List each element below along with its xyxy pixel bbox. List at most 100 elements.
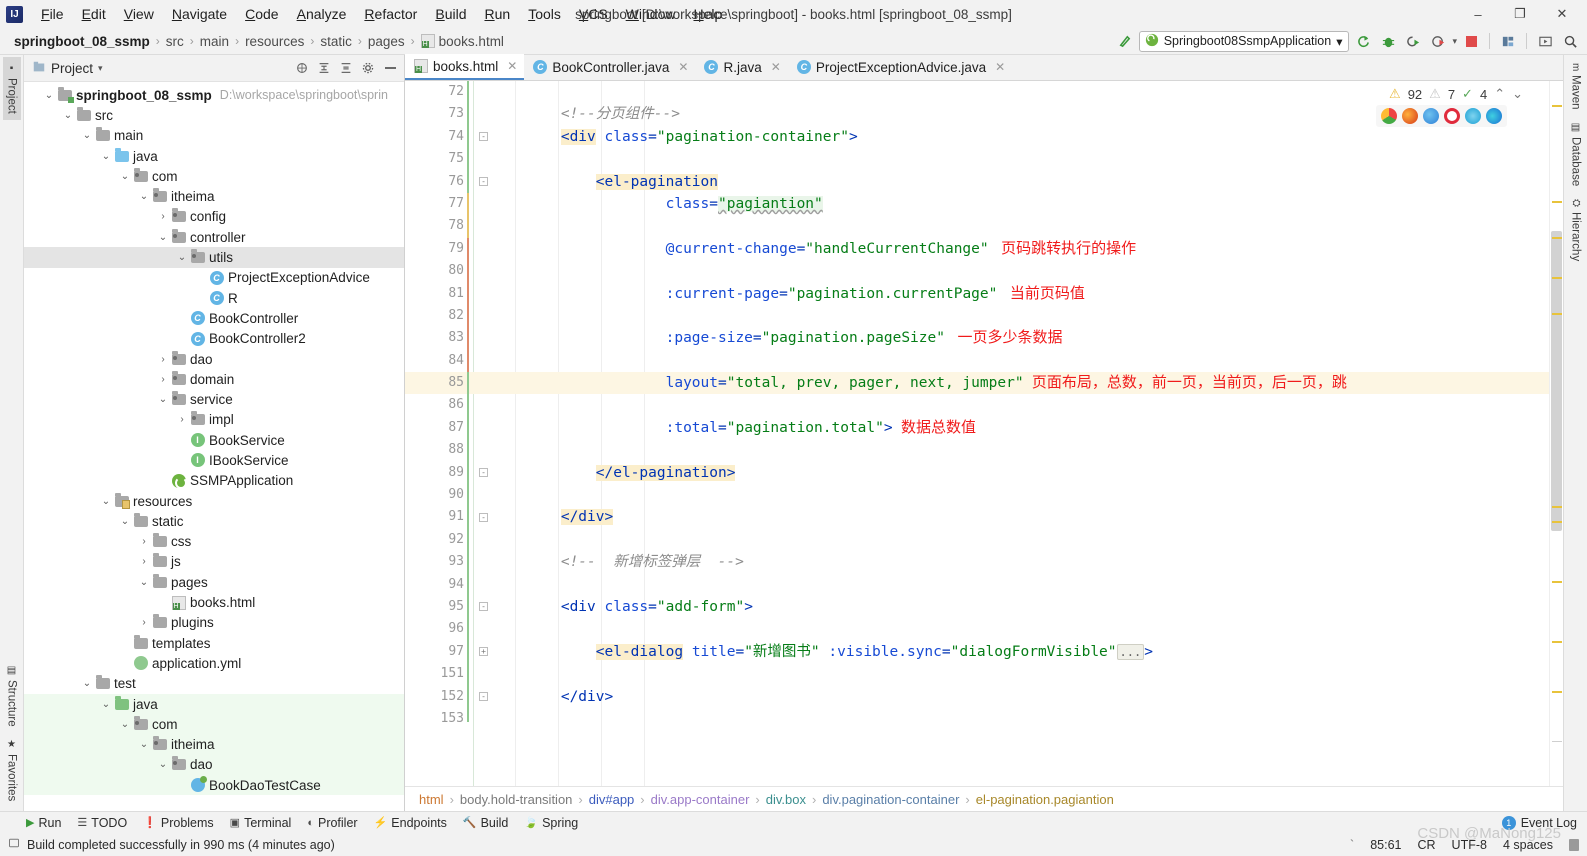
tree-expand-arrow[interactable]: ⌄ <box>99 699 113 710</box>
tree-node-service[interactable]: ⌄ service <box>24 389 404 409</box>
code-line[interactable]: <el-dialog title="新增图书" :visible.sync="d… <box>473 641 1549 663</box>
breadcrumb-item-static[interactable]: static <box>320 34 352 49</box>
tree-node-itheima[interactable]: ⌄ itheima <box>24 734 404 755</box>
tree-expand-arrow[interactable]: ⌄ <box>156 232 170 243</box>
line-number[interactable]: 87 <box>405 417 473 439</box>
folded-region[interactable]: ... <box>1116 643 1145 660</box>
tree-node-java[interactable]: ⌄ java <box>24 693 404 715</box>
line-number[interactable]: 153 <box>405 708 473 730</box>
rerun-icon[interactable] <box>1352 31 1374 52</box>
code-line[interactable] <box>473 708 1549 730</box>
code-line[interactable]: <div class="add-form"> <box>473 596 1549 618</box>
rail-button-maven[interactable]: m Maven <box>1567 57 1585 116</box>
run-configuration-selector[interactable]: Springboot08SsmpApplication ▾ <box>1138 30 1350 52</box>
line-number[interactable]: 72 <box>405 81 473 103</box>
editor-tab-books-html[interactable]: books.html ✕ <box>405 54 525 80</box>
warning-marker[interactable] <box>1552 277 1562 279</box>
stop-icon[interactable] <box>1460 31 1482 52</box>
line-number[interactable]: 88 <box>405 439 473 461</box>
tree-expand-arrow[interactable]: › <box>137 556 151 567</box>
element-breadcrumb-item[interactable]: el-pagination.pagiantion <box>976 792 1114 807</box>
line-number[interactable]: 152 <box>405 686 473 708</box>
warning-marker[interactable] <box>1552 691 1562 693</box>
editor-tab-bookcontroller-java[interactable]: C BookController.java ✕ <box>524 54 695 80</box>
rail-button-hierarchy[interactable]: ⛭ Hierarchy <box>1567 192 1585 267</box>
tree-expand-arrow[interactable]: ⌄ <box>175 252 189 263</box>
tree-expand-arrow[interactable]: ⌄ <box>156 759 170 770</box>
code-line[interactable] <box>473 260 1549 282</box>
run-with-coverage-icon[interactable] <box>1402 31 1424 52</box>
line-number[interactable]: 78 <box>405 215 473 237</box>
project-tree[interactable]: ⌄ springboot_08_ssmp D:\workspace\springbo… <box>24 82 404 811</box>
menu-item-window[interactable]: Window <box>617 4 685 24</box>
minimize-button[interactable]: – <box>1457 0 1499 28</box>
line-number[interactable]: 74 <box>405 126 473 148</box>
chevron-down-icon[interactable]: ▾ <box>1336 34 1342 49</box>
code-line[interactable] <box>473 529 1549 551</box>
tree-expand-arrow[interactable]: ⌄ <box>118 516 132 527</box>
code-line[interactable] <box>473 305 1549 327</box>
tree-node-ssmpapplication[interactable]: SSMPApplication <box>24 471 404 491</box>
info-marker[interactable] <box>1552 741 1562 742</box>
code-line[interactable]: </div> <box>473 686 1549 708</box>
tree-node-itheima[interactable]: ⌄ itheima <box>24 186 404 206</box>
tree-node-config[interactable]: › config <box>24 207 404 227</box>
line-number[interactable]: 86 <box>405 394 473 416</box>
code-line[interactable]: layout="total, prev, pager, next, jumper… <box>473 372 1549 395</box>
code-line[interactable]: </el-pagination> <box>473 462 1549 484</box>
file-encoding[interactable]: UTF-8 <box>1452 838 1487 852</box>
line-number[interactable]: 83 <box>405 327 473 349</box>
code-line[interactable]: :page-size="pagination.pageSize" 一页多少条数据 <box>473 327 1549 349</box>
lock-icon[interactable] <box>1569 838 1579 851</box>
tree-node-dao[interactable]: ⌄ dao <box>24 754 404 776</box>
line-number[interactable]: 79 <box>405 238 473 260</box>
code-line[interactable] <box>473 148 1549 170</box>
tree-expand-arrow[interactable]: ⌄ <box>137 577 151 588</box>
settings-gear-icon[interactable] <box>358 58 378 78</box>
tree-node-application-yml[interactable]: application.yml <box>24 653 404 673</box>
editor-tab-projectexceptionadvice-java[interactable]: C ProjectExceptionAdvice.java ✕ <box>788 54 1012 80</box>
tool-window-button-todo[interactable]: ☰ TODO <box>77 816 127 830</box>
editor-marker-bar[interactable] <box>1549 81 1563 786</box>
tree-node-js[interactable]: › js <box>24 552 404 572</box>
element-breadcrumb-item[interactable]: div#app <box>589 792 635 807</box>
event-log-button[interactable]: 1 Event Log <box>1501 815 1577 830</box>
tree-expand-arrow[interactable]: ⌄ <box>80 130 94 141</box>
tree-expand-arrow[interactable]: ⌄ <box>99 496 113 507</box>
line-number[interactable]: 76 <box>405 171 473 193</box>
warning-marker[interactable] <box>1552 105 1562 107</box>
tree-node-springboot-08-ssmp[interactable]: ⌄ springboot_08_ssmp D:\workspace\springbo… <box>24 85 404 105</box>
menu-item-file[interactable]: File <box>32 4 73 24</box>
code-line[interactable] <box>473 484 1549 506</box>
code-line[interactable]: @current-change="handleCurrentChange" 页码… <box>473 238 1549 260</box>
tool-window-button-profiler[interactable]: ◐ Profiler <box>307 816 357 830</box>
tree-node-bookservice[interactable]: I BookService <box>24 430 404 450</box>
close-tab-icon[interactable]: ✕ <box>771 60 781 74</box>
tree-node-test[interactable]: ⌄ test <box>24 674 404 694</box>
build-icon[interactable] <box>1114 31 1136 52</box>
profile-dropdown-caret[interactable]: ▾ <box>1452 36 1457 47</box>
line-number[interactable]: 80 <box>405 260 473 282</box>
close-tab-icon[interactable]: ✕ <box>678 60 688 74</box>
line-number[interactable]: 84 <box>405 350 473 372</box>
menu-item-refactor[interactable]: Refactor <box>355 4 426 24</box>
rail-button-structure[interactable]: ▤ Structure <box>3 659 21 733</box>
code-line[interactable] <box>473 618 1549 640</box>
tree-node-utils[interactable]: ⌄ utils <box>24 247 404 268</box>
tree-node-plugins[interactable]: › plugins <box>24 613 404 633</box>
line-number[interactable]: 77 <box>405 193 473 215</box>
line-number[interactable]: 82 <box>405 305 473 327</box>
line-number[interactable]: 81 <box>405 283 473 305</box>
tree-node-ibookservice[interactable]: I IBookService <box>24 450 404 470</box>
tree-node-src[interactable]: ⌄ src <box>24 105 404 125</box>
code-line[interactable] <box>473 439 1549 461</box>
tree-expand-arrow[interactable]: › <box>156 374 170 385</box>
tree-expand-arrow[interactable]: ⌄ <box>156 394 170 405</box>
tree-expand-arrow[interactable]: ⌄ <box>80 678 94 689</box>
warning-marker[interactable] <box>1552 581 1562 583</box>
tree-node-java[interactable]: ⌄ java <box>24 146 404 166</box>
line-number[interactable]: 151 <box>405 663 473 685</box>
line-number[interactable]: 75 <box>405 148 473 170</box>
code-viewport[interactable]: <!--分页组件--> <div class="pagination-conta… <box>473 81 1549 786</box>
editor-tab-r-java[interactable]: C R.java ✕ <box>695 54 787 80</box>
